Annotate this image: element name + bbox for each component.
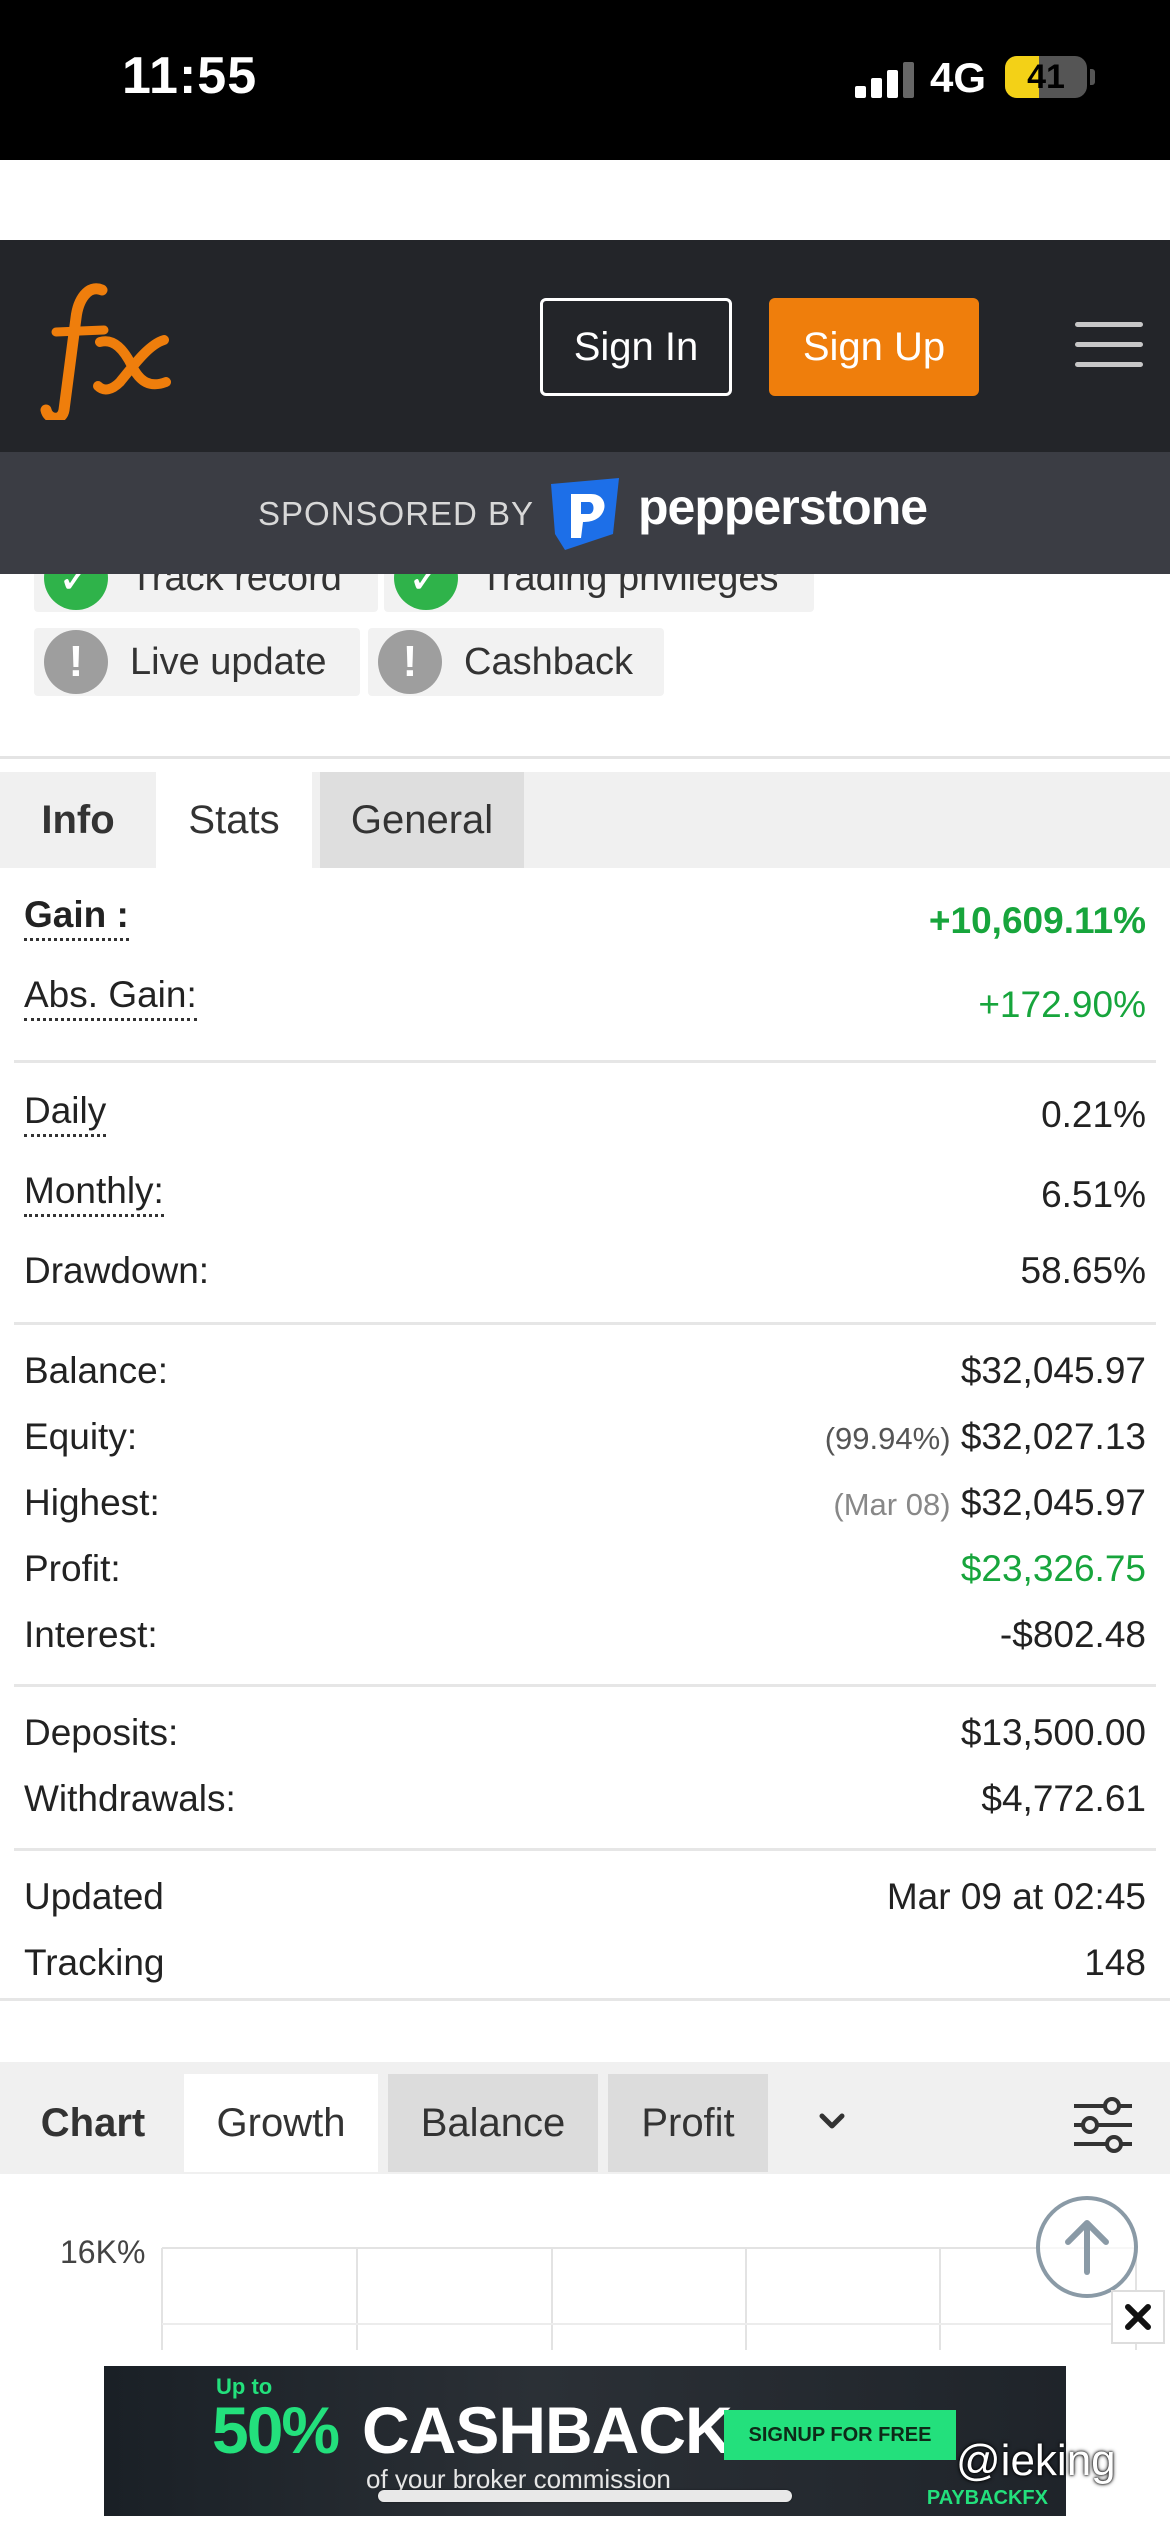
battery-tip — [1090, 69, 1095, 85]
updated-label: Updated — [24, 1876, 164, 1917]
status-time: 11:55 — [122, 47, 258, 105]
stat-monthly: Monthly: 6.51% — [24, 1170, 1146, 1226]
ad-percent: 50% — [212, 2393, 340, 2467]
highest-label: Highest: — [24, 1482, 160, 1523]
sponsor-banner-overlay: SPONSORED BY pepperstone — [0, 452, 1170, 574]
daily-value: 0.21% — [1041, 1094, 1146, 1135]
equity-value: $32,027.13 — [960, 1416, 1146, 1457]
site-header: Sign In Sign Up — [0, 240, 1170, 452]
badge-label: Live update — [130, 640, 327, 683]
tab-general[interactable]: General — [320, 772, 524, 868]
drawdown-label: Drawdown: — [24, 1250, 210, 1291]
ad-brand: PAYBACKFX — [926, 2487, 1048, 2509]
highest-date: (Mar 08) — [833, 1487, 951, 1522]
stat-balance: Balance: $32,045.97 — [24, 1350, 1146, 1406]
network-type: 4G — [930, 54, 987, 101]
updated-value: Mar 09 at 02:45 — [886, 1876, 1146, 1917]
chevron-down-icon[interactable] — [812, 2102, 852, 2142]
drawdown-value: 58.65% — [1020, 1250, 1147, 1291]
equity-value-group: (99.94%) $32,027.13 — [825, 1416, 1146, 1458]
tracking-label: Tracking — [24, 1942, 165, 1983]
sign-up-button[interactable]: Sign Up — [769, 298, 979, 396]
sponsor-brand: pepperstone — [638, 479, 928, 535]
monthly-label[interactable]: Monthly: — [24, 1170, 164, 1217]
tracking-value: 148 — [1084, 1942, 1146, 1983]
battery-icon: 41 — [1005, 56, 1087, 98]
status-bar: 11:55 4G 41 Waka Smart TP Forex Trading … — [0, 0, 1170, 202]
chart-gridlines — [161, 2247, 1137, 2350]
stat-equity: Equity: (99.94%) $32,027.13 — [24, 1416, 1146, 1472]
stat-withdrawals: Withdrawals: $4,772.61 — [24, 1778, 1146, 1834]
y-axis-tick: 16K% — [60, 2234, 146, 2270]
tab-stats[interactable]: Stats — [156, 772, 312, 868]
signal-icon — [855, 60, 915, 98]
tab-balance[interactable]: Balance — [388, 2074, 598, 2172]
chart-tabs: Chart Growth Balance Profit — [0, 2062, 1170, 2174]
ad-signup-button[interactable]: SIGNUP FOR FREE — [724, 2410, 956, 2460]
home-indicator[interactable] — [378, 2490, 792, 2502]
stat-daily: Daily 0.21% — [24, 1090, 1146, 1146]
withdrawals-value: $4,772.61 — [981, 1778, 1146, 1819]
equity-label: Equity: — [24, 1416, 138, 1457]
browser-page-title: Waka Smart TP Forex Trading Sys... — [295, 164, 875, 202]
scroll-to-top-icon[interactable] — [1036, 2196, 1138, 2298]
abs-gain-label[interactable]: Abs. Gain: — [24, 974, 197, 1021]
growth-chart: 16K% — [0, 2174, 1170, 2350]
interest-value: -$802.48 — [999, 1614, 1146, 1655]
exclamation-icon: ! — [378, 630, 442, 694]
divider — [14, 1322, 1156, 1325]
fx-logo[interactable] — [40, 270, 180, 420]
daily-label[interactable]: Daily — [24, 1090, 107, 1137]
stat-deposits: Deposits: $13,500.00 — [24, 1712, 1146, 1768]
watermark: @ieking — [956, 2436, 1116, 2485]
gain-value: +10,609.11% — [928, 900, 1146, 941]
tab-growth[interactable]: Growth — [184, 2074, 378, 2172]
divider — [14, 1684, 1156, 1687]
sign-in-button[interactable]: Sign In — [540, 298, 732, 396]
stat-profit: Profit: $23,326.75 — [24, 1548, 1146, 1604]
close-icon — [1125, 2304, 1151, 2330]
highest-value-group: (Mar 08) $32,045.97 — [833, 1482, 1146, 1524]
balance-label: Balance: — [24, 1350, 168, 1391]
exclamation-icon: ! — [44, 630, 108, 694]
info-tabs: Info Stats General — [0, 772, 1170, 868]
section-divider — [0, 756, 1170, 759]
stat-tracking: Tracking 148 — [24, 1942, 1146, 1998]
badge-live-update: ! Live update — [34, 628, 360, 696]
close-ad-button[interactable] — [1111, 2290, 1165, 2344]
highest-value: $32,045.97 — [960, 1482, 1146, 1523]
monthly-value: 6.51% — [1041, 1174, 1146, 1215]
chart-title: Chart — [40, 2100, 146, 2145]
menu-icon[interactable] — [1075, 322, 1143, 370]
deposits-value: $13,500.00 — [960, 1712, 1146, 1753]
ad-headline: CASHBACK — [362, 2393, 733, 2467]
stat-drawdown: Drawdown: 58.65% — [24, 1250, 1146, 1306]
battery-level: 41 — [1027, 58, 1065, 96]
tab-info[interactable]: Info — [18, 772, 138, 868]
sponsor-label: SPONSORED BY — [258, 495, 535, 532]
badge-label: Cashback — [464, 640, 633, 683]
stat-updated: Updated Mar 09 at 02:45 — [24, 1876, 1146, 1932]
deposits-label: Deposits: — [24, 1712, 179, 1753]
abs-gain-value: +172.90% — [978, 984, 1146, 1025]
tab-profit[interactable]: Profit — [608, 2074, 768, 2172]
stat-highest: Highest: (Mar 08) $32,045.97 — [24, 1482, 1146, 1538]
equity-percent: (99.94%) — [824, 1421, 951, 1456]
profit-label: Profit: — [24, 1548, 121, 1589]
balance-value: $32,045.97 — [960, 1350, 1146, 1391]
profit-value: $23,326.75 — [960, 1548, 1146, 1589]
filter-settings-icon[interactable] — [1070, 2096, 1136, 2154]
interest-label: Interest: — [24, 1614, 158, 1655]
divider — [14, 1060, 1156, 1063]
stat-abs-gain: Abs. Gain: +172.90% — [24, 974, 1146, 1030]
stat-interest: Interest: -$802.48 — [24, 1614, 1146, 1670]
divider — [14, 1848, 1156, 1851]
withdrawals-label: Withdrawals: — [24, 1778, 236, 1819]
divider — [0, 1998, 1170, 2001]
stat-gain: Gain : +10,609.11% — [24, 894, 1146, 950]
badge-cashback: ! Cashback — [368, 628, 664, 696]
gain-label[interactable]: Gain : — [24, 894, 129, 941]
pepperstone-logo-icon — [551, 478, 619, 550]
